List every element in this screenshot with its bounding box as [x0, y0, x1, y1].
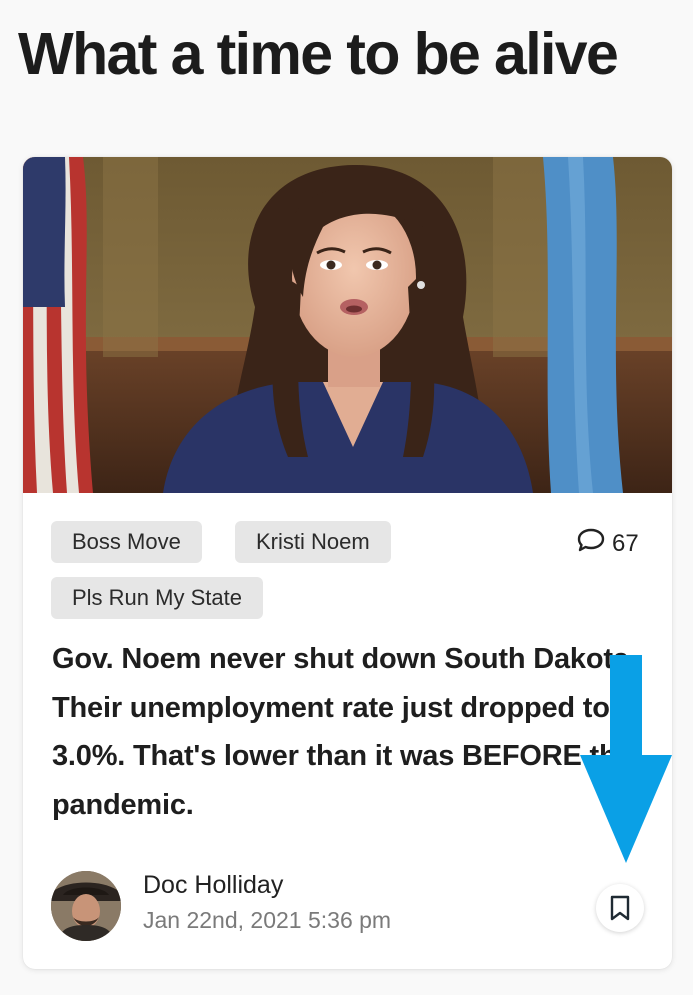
post-card[interactable]: Boss Move Kristi Noem Pls Run My State 6…: [23, 157, 672, 969]
tag-pls-run-my-state[interactable]: Pls Run My State: [51, 577, 263, 619]
down-arrow-annotation: [580, 655, 672, 863]
tag-kristi-noem[interactable]: Kristi Noem: [235, 521, 391, 563]
post-image[interactable]: [23, 157, 672, 493]
author-name[interactable]: Doc Holliday: [143, 871, 283, 900]
speech-bubble-icon: [576, 527, 606, 560]
post-image-illustration: [23, 157, 672, 493]
comment-count: 67: [612, 529, 639, 557]
author-avatar[interactable]: [51, 871, 121, 941]
tag-boss-move[interactable]: Boss Move: [51, 521, 202, 563]
bookmark-icon: [610, 895, 630, 921]
post-headline[interactable]: Gov. Noem never shut down South Dakota. …: [52, 635, 642, 829]
comments-link[interactable]: 67: [576, 527, 639, 560]
bookmark-button[interactable]: [596, 884, 644, 932]
page-title: What a time to be alive: [18, 21, 619, 87]
post-date: Jan 22nd, 2021 5:36 pm: [143, 907, 392, 933]
